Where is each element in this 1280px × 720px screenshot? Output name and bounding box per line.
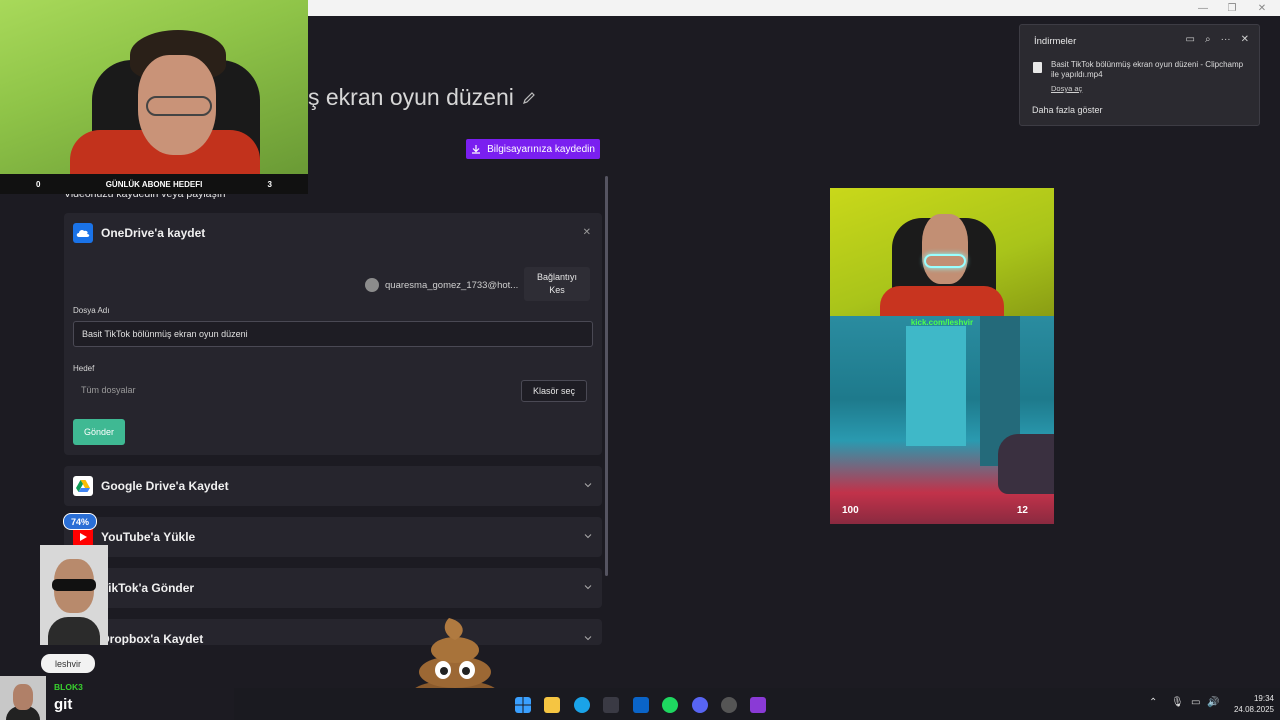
filename-value: Basit TikTok bölünmüş ekran oyun düzeni [82, 329, 248, 339]
close-icon[interactable]: ✕ [1241, 34, 1249, 45]
downloads-title: İndirmeler [1034, 36, 1077, 47]
google-drive-card[interactable]: Google Drive'a Kaydet [64, 466, 602, 506]
file-icon [1033, 62, 1042, 73]
show-more-link[interactable]: Daha fazla göster [1032, 105, 1103, 115]
chevron-down-icon [584, 483, 592, 488]
store-icon[interactable] [603, 697, 619, 713]
onedrive-card: OneDrive'a kaydet ✕ quaresma_gomez_1733@… [64, 213, 602, 455]
discord-icon[interactable] [692, 697, 708, 713]
hp-value: 100 [842, 505, 859, 516]
minimize-icon[interactable]: — [1190, 0, 1216, 16]
volume-icon[interactable]: 🔊 [1207, 697, 1219, 708]
account-email: quaresma_gomez_1733@hot... [385, 279, 519, 291]
send-button[interactable]: Gönder [73, 419, 125, 445]
microphone-icon[interactable]: 🎙 [1171, 697, 1184, 708]
streamer-avatar [40, 545, 108, 645]
tiktok-card[interactable]: TikTok'a Gönder [64, 568, 602, 608]
edit-pencil-icon[interactable] [522, 91, 536, 105]
close-window-icon[interactable]: ✕ [1249, 0, 1275, 16]
download-file-name: Basit TikTok bölünmüş ekran oyun düzeni … [1051, 60, 1244, 79]
filename-label: Dosya Adı [73, 306, 110, 315]
close-icon[interactable]: ✕ [583, 227, 591, 238]
clipchamp-icon[interactable] [750, 697, 766, 713]
onedrive-icon [73, 223, 93, 243]
filename-input[interactable]: Basit TikTok bölünmüş ekran oyun düzeni [73, 321, 593, 347]
onedrive-account: quaresma_gomez_1733@hot... [365, 278, 518, 292]
download-icon [472, 145, 481, 154]
disconnect-button[interactable]: Bağlantıyı Kes [524, 267, 590, 301]
restore-icon[interactable]: ❐ [1219, 0, 1245, 16]
chat-username: BLOK3 [54, 682, 83, 692]
chevron-down-icon [584, 585, 592, 590]
downloads-panel: İndirmeler ▭ ⌕ ··· ✕ Basit TikTok bölünm… [1019, 24, 1260, 126]
app-icon[interactable] [721, 697, 737, 713]
target-label: Hedef [73, 364, 95, 373]
chat-message: git [54, 696, 73, 713]
target-value: Tüm dosyalar [81, 385, 136, 395]
ammo-value: 12 [1016, 505, 1028, 516]
folder-icon[interactable]: ▭ [1186, 34, 1195, 45]
kick-url-text: kick.com/leshvir [910, 318, 974, 327]
google-drive-title: Google Drive'a Kaydet [101, 479, 229, 493]
save-to-computer-button[interactable]: Bilgisayarınıza kaydedin [466, 139, 600, 159]
network-icon[interactable]: ▭ [1191, 697, 1200, 708]
disconnect-label-1: Bağlantıyı [536, 272, 578, 282]
subscriber-goal-bar: 0 GÜNLÜK ABONE HEDEFI 3 [0, 174, 308, 194]
preview-gameplay-section: kick.com/leshvir 100 12 [830, 316, 1054, 524]
save-to-computer-label: Bilgisayarınıza kaydedin [487, 143, 595, 155]
project-title[interactable]: ş ekran oyun düzeni [308, 84, 536, 111]
onedrive-title: OneDrive'a kaydet [101, 226, 206, 240]
chevron-down-icon [584, 636, 592, 641]
onedrive-card-header[interactable]: OneDrive'a kaydet ✕ [64, 213, 602, 253]
clock-date: 24.08.2025 [1233, 705, 1274, 714]
chevron-down-icon [584, 534, 592, 539]
open-file-link[interactable]: Dosya aç [1051, 84, 1082, 93]
search-icon[interactable]: ⌕ [1205, 34, 1211, 45]
tiktok-title: TikTok'a Gönder [101, 581, 195, 595]
goal-title: GÜNLÜK ABONE HEDEFI [105, 179, 203, 189]
windows-start-icon[interactable] [515, 697, 531, 713]
choose-folder-button[interactable]: Klasör seç [521, 380, 587, 402]
google-drive-icon [73, 476, 93, 496]
taskbar-clock[interactable]: 19:34 24.08.2025 [1222, 693, 1274, 715]
chevron-up-icon[interactable]: ⌃ [1149, 697, 1157, 708]
file-explorer-icon[interactable] [544, 697, 560, 713]
project-title-text: ş ekran oyun düzeni [308, 84, 514, 110]
outlook-icon[interactable] [633, 697, 649, 713]
preview-webcam-section [830, 188, 1054, 316]
spotify-icon[interactable] [662, 697, 678, 713]
dropbox-card[interactable]: Dropbox'a Kaydet [64, 619, 602, 645]
dropbox-title: Dropbox'a Kaydet [101, 632, 204, 645]
disconnect-label-2: Kes [549, 285, 565, 295]
streamer-nick: leshvir [41, 654, 95, 673]
chat-avatar [0, 676, 46, 720]
video-preview[interactable]: kick.com/leshvir 100 12 [830, 188, 1054, 524]
youtube-title: YouTube'a Yükle [101, 530, 196, 544]
webcam-overlay [0, 0, 308, 174]
percent-badge: 74% [63, 513, 97, 530]
more-options-icon[interactable]: ··· [1221, 34, 1231, 45]
scrollbar[interactable] [605, 176, 608, 576]
clock-time: 19:34 [1253, 694, 1274, 703]
edge-browser-icon[interactable] [574, 697, 590, 713]
account-avatar-icon [365, 278, 379, 292]
youtube-icon [73, 527, 93, 547]
youtube-card[interactable]: YouTube'a Yükle [64, 517, 602, 557]
